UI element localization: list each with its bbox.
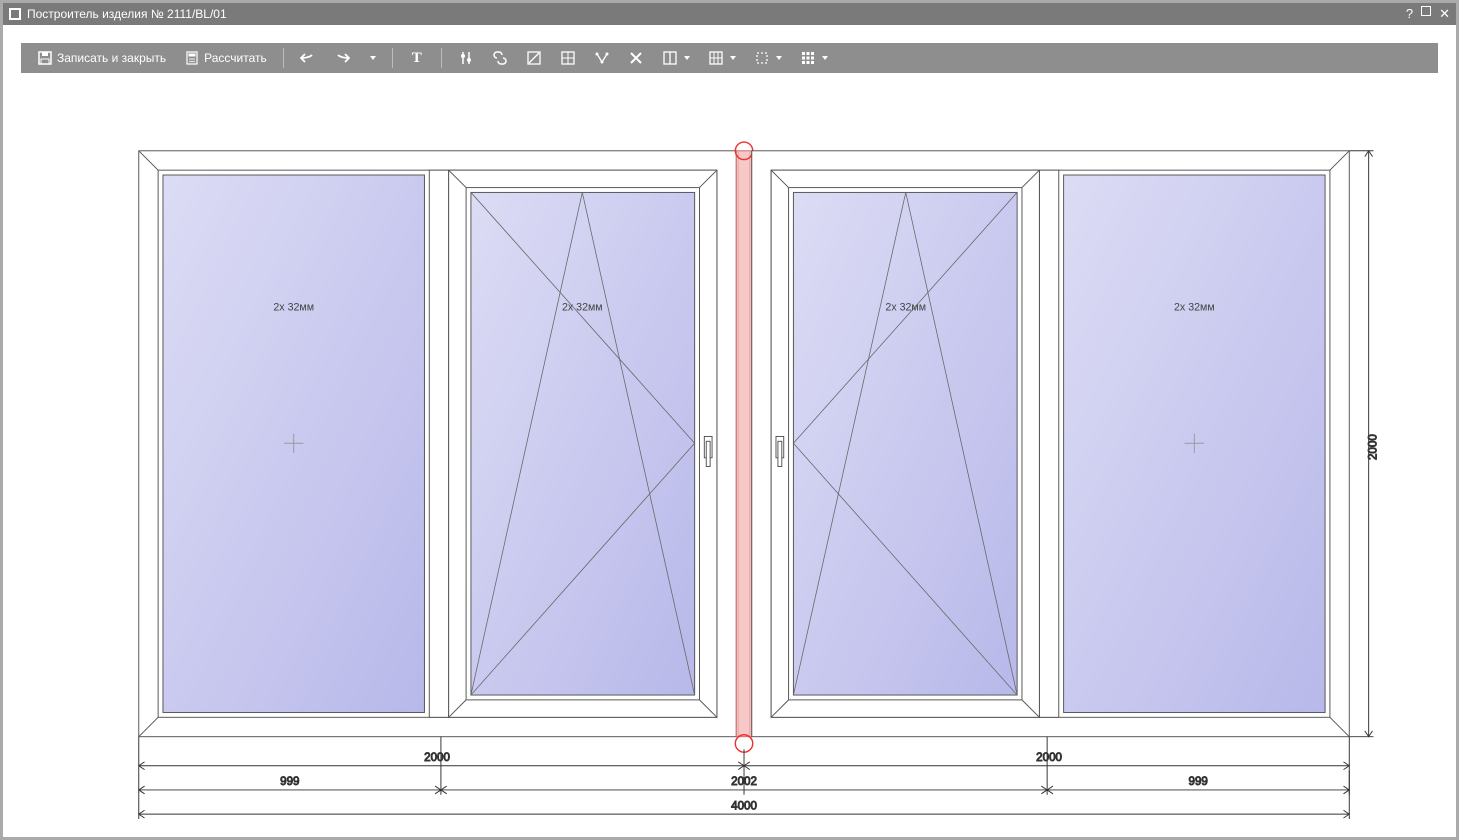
left-frame-unit[interactable]: 2x 32мм xyxy=(139,151,737,737)
dim-height[interactable]: 2000 xyxy=(1349,151,1379,737)
drawing-canvas[interactable]: 2x 32мм xyxy=(21,83,1438,819)
pane-3-sash[interactable]: 2x 32мм xyxy=(771,170,1039,717)
panel-left-icon xyxy=(526,50,542,66)
grid2-icon xyxy=(708,50,724,66)
content-area: Записать и закрыть Рассчитать xyxy=(3,25,1456,837)
dim-row-3[interactable]: 4000 xyxy=(139,795,1350,819)
grid-button[interactable] xyxy=(554,46,582,70)
undo-button[interactable] xyxy=(294,46,322,70)
panel-left-button[interactable] xyxy=(520,46,548,70)
connector-icon xyxy=(594,50,610,66)
apps-button[interactable] xyxy=(794,46,834,70)
dim-bot-left-label: 999 xyxy=(280,775,299,788)
dim-bot-mid-label: 2002 xyxy=(731,775,757,788)
calculator-icon xyxy=(184,50,200,66)
pane-4-label: 2x 32мм xyxy=(1174,302,1215,314)
redo-icon xyxy=(334,50,350,66)
save-close-button[interactable]: Записать и закрыть xyxy=(31,46,172,70)
connector-button[interactable] xyxy=(588,46,616,70)
dim-total-label: 4000 xyxy=(731,799,757,812)
connector-gap[interactable] xyxy=(735,142,752,752)
select-icon xyxy=(754,50,770,66)
pane-2-sash[interactable]: 2x 32мм xyxy=(449,170,717,717)
delete-button[interactable] xyxy=(622,46,650,70)
pane-2-label: 2x 32мм xyxy=(562,302,603,314)
dim-top-left-label: 2000 xyxy=(424,751,450,764)
link-icon xyxy=(492,50,508,66)
window-title: Построитель изделия № 2111/BL/01 xyxy=(27,7,227,21)
toolbar: Записать и закрыть Рассчитать xyxy=(21,43,1438,73)
redo-dropdown[interactable] xyxy=(362,46,382,70)
pane-1-label: 2x 32мм xyxy=(273,302,314,314)
text-icon: T xyxy=(409,50,425,66)
redo-button[interactable] xyxy=(328,46,356,70)
dim-top-right-label: 2000 xyxy=(1036,751,1062,764)
x-icon xyxy=(628,50,644,66)
link-button[interactable] xyxy=(486,46,514,70)
save-icon xyxy=(37,50,53,66)
pane-4-fixed[interactable]: 2x 32мм xyxy=(1064,175,1325,712)
pane-3-label: 2x 32мм xyxy=(885,302,926,314)
dim-bot-right-label: 999 xyxy=(1189,775,1208,788)
right-frame-unit[interactable]: 2x 32мм 2x 32мм xyxy=(752,151,1350,737)
close-button[interactable]: ✕ xyxy=(1439,6,1450,22)
dim-height-label: 2000 xyxy=(1366,434,1379,460)
save-close-label: Записать и закрыть xyxy=(57,51,166,65)
sliders-icon xyxy=(458,50,474,66)
split-button[interactable] xyxy=(656,46,696,70)
calculate-button[interactable]: Рассчитать xyxy=(178,46,273,70)
title-bar: Построитель изделия № 2111/BL/01 ? ✕ xyxy=(3,3,1456,25)
help-button[interactable]: ? xyxy=(1406,6,1413,22)
pane-1-fixed[interactable]: 2x 32мм xyxy=(163,175,424,712)
minimize-button[interactable] xyxy=(1421,6,1431,16)
split-icon xyxy=(662,50,678,66)
grid-icon xyxy=(560,50,576,66)
grid2-button[interactable] xyxy=(702,46,742,70)
calculate-label: Рассчитать xyxy=(204,51,267,65)
settings-button[interactable] xyxy=(452,46,480,70)
app-frame: Построитель изделия № 2111/BL/01 ? ✕ Зап… xyxy=(0,0,1459,840)
text-tool-button[interactable]: T xyxy=(403,46,431,70)
window-icon xyxy=(9,8,21,20)
select-button[interactable] xyxy=(748,46,788,70)
apps-icon xyxy=(800,50,816,66)
undo-icon xyxy=(300,50,316,66)
